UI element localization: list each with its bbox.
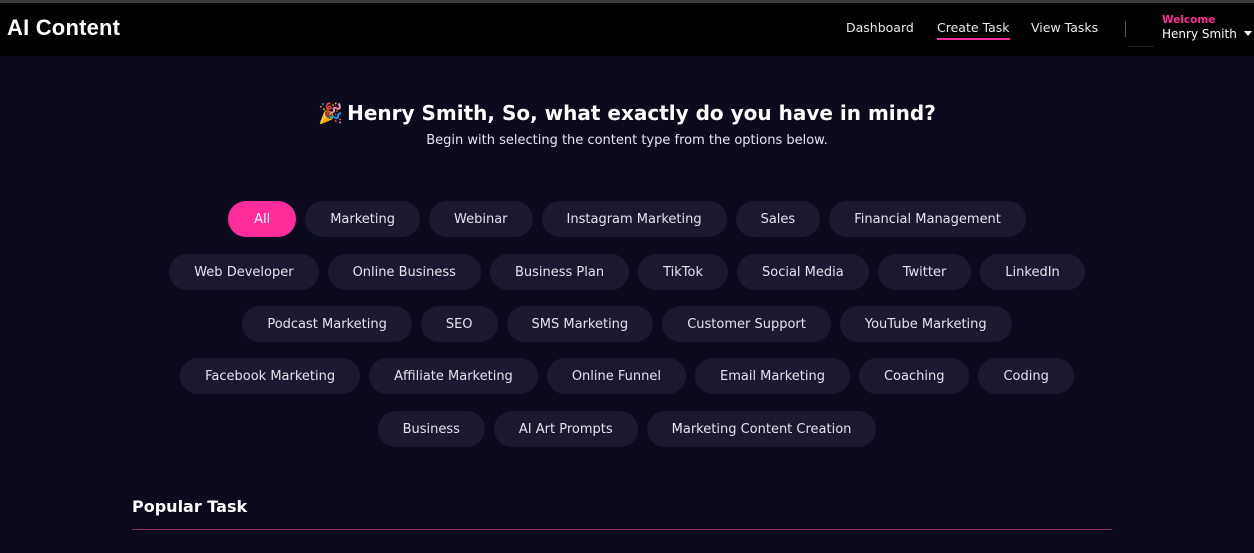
category-row: Podcast Marketing SEO SMS Marketing Custome… bbox=[0, 306, 1254, 342]
category-chip-instagram-marketing[interactable]: Instagram Marketing bbox=[541, 201, 727, 237]
category-chip-web-developer[interactable]: Web Developer bbox=[169, 254, 319, 290]
category-chip-linkedin[interactable]: LinkedIn bbox=[980, 254, 1085, 290]
category-chip-youtube-marketing[interactable]: YouTube Marketing bbox=[839, 306, 1012, 342]
category-row: Facebook Marketing Affiliate Marketing Onl… bbox=[0, 358, 1254, 394]
nav-dashboard-link[interactable]: Dashboard bbox=[846, 20, 914, 35]
category-chip-online-business[interactable]: Online Business bbox=[327, 254, 481, 290]
section-divider bbox=[132, 529, 1112, 530]
page-title-text: Henry Smith, So, what exactly do you hav… bbox=[347, 101, 936, 125]
user-menu[interactable]: Welcome Henry Smith bbox=[1162, 14, 1237, 42]
category-chip-sales[interactable]: Sales bbox=[735, 201, 821, 237]
category-chip-financial-management[interactable]: Financial Management bbox=[829, 201, 1026, 237]
page-title: 🎉 Henry Smith, So, what exactly do you ha… bbox=[0, 101, 1254, 125]
category-chip-facebook-marketing[interactable]: Facebook Marketing bbox=[180, 358, 361, 394]
category-chip-customer-support[interactable]: Customer Support bbox=[662, 306, 831, 342]
category-row: Business AI Art Prompts Marketing Content … bbox=[0, 411, 1254, 447]
category-chip-twitter[interactable]: Twitter bbox=[877, 254, 972, 290]
category-chip-tiktok[interactable]: TikTok bbox=[638, 254, 728, 290]
chevron-down-icon[interactable] bbox=[1244, 31, 1252, 36]
category-chip-coaching[interactable]: Coaching bbox=[858, 358, 970, 394]
category-chip-online-funnel[interactable]: Online Funnel bbox=[546, 358, 686, 394]
category-row: Web Developer Online Business Business Pla… bbox=[0, 254, 1254, 290]
category-chip-social-media[interactable]: Social Media bbox=[736, 254, 869, 290]
category-chip-business-plan[interactable]: Business Plan bbox=[489, 254, 630, 290]
category-chip-podcast-marketing[interactable]: Podcast Marketing bbox=[242, 306, 412, 342]
category-row: All Marketing Webinar Instagram Marketing Sa… bbox=[0, 201, 1254, 237]
category-chip-marketing-content-creation[interactable]: Marketing Content Creation bbox=[646, 411, 877, 447]
nav-view-tasks-link[interactable]: View Tasks bbox=[1031, 20, 1098, 35]
category-chip-business[interactable]: Business bbox=[377, 411, 485, 447]
category-chip-ai-art-prompts[interactable]: AI Art Prompts bbox=[493, 411, 638, 447]
category-chip-seo[interactable]: SEO bbox=[420, 306, 498, 342]
app-logo[interactable]: AI Content bbox=[7, 15, 120, 41]
welcome-label: Welcome bbox=[1162, 14, 1216, 26]
page-subtitle: Begin with selecting the content type fr… bbox=[426, 133, 828, 148]
category-chip-sms-marketing[interactable]: SMS Marketing bbox=[506, 306, 654, 342]
party-popper-icon: 🎉 bbox=[318, 101, 344, 125]
category-chip-all[interactable]: All bbox=[228, 201, 297, 237]
category-chip-coding[interactable]: Coding bbox=[978, 358, 1074, 394]
nav-create-task-link[interactable]: Create Task bbox=[937, 20, 1010, 40]
user-name: Henry Smith bbox=[1162, 27, 1237, 41]
top-navbar: AI Content Dashboard Create Task View Ta… bbox=[0, 0, 1254, 56]
category-chip-email-marketing[interactable]: Email Marketing bbox=[694, 358, 850, 394]
category-chip-affiliate-marketing[interactable]: Affiliate Marketing bbox=[369, 358, 538, 394]
category-chip-webinar[interactable]: Webinar bbox=[429, 201, 533, 237]
popular-task-heading: Popular Task bbox=[132, 497, 248, 516]
category-chip-marketing[interactable]: Marketing bbox=[305, 201, 421, 237]
avatar[interactable] bbox=[1128, 17, 1154, 47]
nav-divider bbox=[1125, 21, 1126, 37]
